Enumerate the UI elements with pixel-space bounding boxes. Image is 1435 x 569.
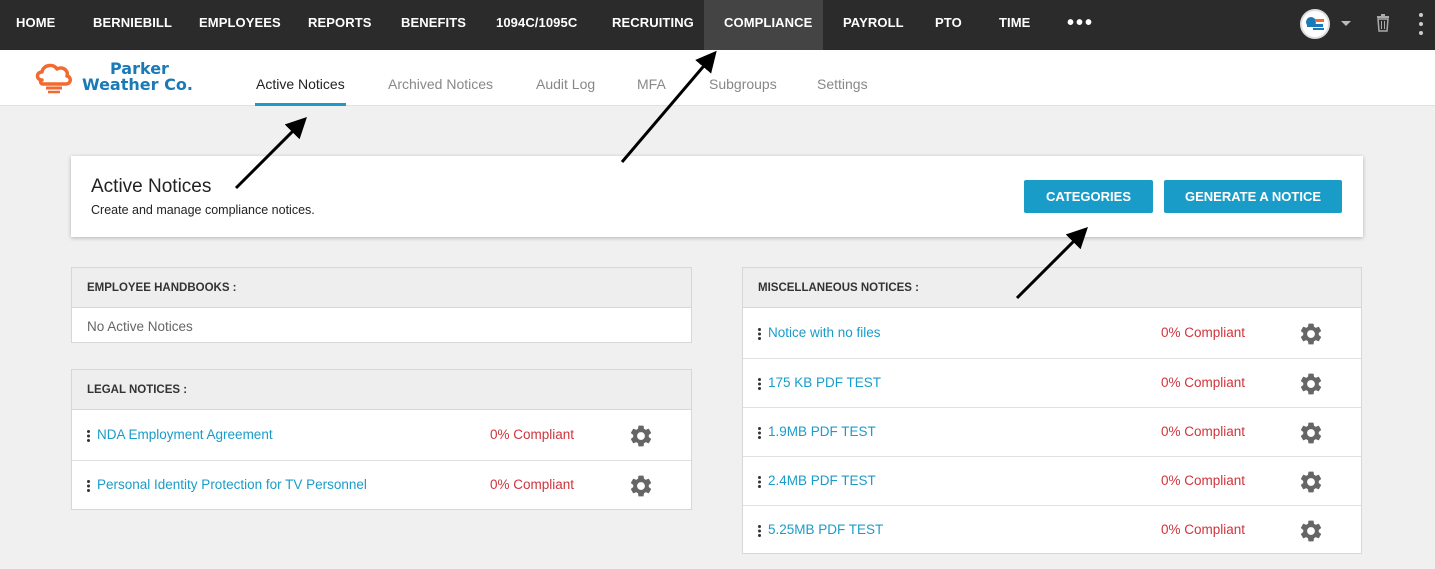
nav-recruiting[interactable]: RECRUITING <box>612 0 694 50</box>
nav-time[interactable]: TIME <box>999 0 1030 50</box>
generate-notice-button[interactable]: GENERATE A NOTICE <box>1164 180 1342 213</box>
nav-payroll[interactable]: PAYROLL <box>843 0 904 50</box>
drag-handle-icon[interactable] <box>87 430 90 442</box>
tab-active-notices[interactable]: Active Notices <box>256 76 345 92</box>
page-title: Active Notices <box>91 176 212 197</box>
empty-state: No Active Notices <box>72 309 691 343</box>
drag-handle-icon[interactable] <box>758 378 761 390</box>
company-logo[interactable]: Parker Weather Co. <box>34 56 204 100</box>
compliance-status: 0% Compliant <box>490 427 575 442</box>
page-header-card: Active Notices Create and manage complia… <box>71 156 1363 237</box>
nav-benefits[interactable]: BENEFITS <box>401 0 466 50</box>
tab-audit-log[interactable]: Audit Log <box>536 76 595 92</box>
gear-icon[interactable] <box>628 423 654 449</box>
sub-navigation: Parker Weather Co. Active Notices Archiv… <box>0 50 1435 106</box>
chevron-down-icon[interactable] <box>1341 21 1351 26</box>
compliance-status: 0% Compliant <box>490 477 575 492</box>
tab-subgroups[interactable]: Subgroups <box>709 76 777 92</box>
miscellaneous-notices-panel: MISCELLANEOUS NOTICES : Notice with no f… <box>742 267 1362 554</box>
nav-berniebill[interactable]: BERNIEBILL <box>93 0 172 50</box>
drag-handle-icon[interactable] <box>758 476 761 488</box>
drag-handle-icon[interactable] <box>758 525 761 537</box>
table-row: NDA Employment Agreement 0% Compliant <box>72 411 691 460</box>
notice-link[interactable]: Notice with no files <box>768 325 881 340</box>
categories-button[interactable]: CATEGORIES <box>1024 180 1153 213</box>
gear-icon[interactable] <box>628 473 654 499</box>
compliance-status: 0% Compliant <box>1161 424 1246 439</box>
compliance-status: 0% Compliant <box>1161 325 1246 340</box>
table-row: Notice with no files 0% Compliant <box>743 309 1361 358</box>
gear-icon[interactable] <box>1298 518 1324 544</box>
compliance-status: 0% Compliant <box>1161 522 1246 537</box>
notice-link[interactable]: NDA Employment Agreement <box>97 427 273 442</box>
compliance-status: 0% Compliant <box>1161 375 1246 390</box>
trash-icon[interactable] <box>1376 14 1390 32</box>
nav-1094c-1095c[interactable]: 1094C/1095C <box>496 0 577 50</box>
drag-handle-icon[interactable] <box>87 480 90 492</box>
panel-title: EMPLOYEE HANDBOOKS : <box>72 268 691 308</box>
gear-icon[interactable] <box>1298 469 1324 495</box>
employee-handbooks-panel: EMPLOYEE HANDBOOKS : No Active Notices <box>71 267 692 343</box>
notice-link[interactable]: 5.25MB PDF TEST <box>768 522 883 537</box>
notice-link[interactable]: 2.4MB PDF TEST <box>768 473 876 488</box>
table-row: 1.9MB PDF TEST 0% Compliant <box>743 407 1361 456</box>
logo-text: Parker Weather Co. <box>82 61 193 93</box>
drag-handle-icon[interactable] <box>758 328 761 340</box>
active-tab-indicator <box>255 103 346 106</box>
legal-notices-panel: LEGAL NOTICES : NDA Employment Agreement… <box>71 369 692 510</box>
notice-link[interactable]: 175 KB PDF TEST <box>768 375 881 390</box>
compliance-status: 0% Compliant <box>1161 473 1246 488</box>
company-avatar-icon[interactable] <box>1300 9 1330 39</box>
tab-settings[interactable]: Settings <box>817 76 868 92</box>
nav-more[interactable]: ••• <box>1067 0 1094 50</box>
drag-handle-icon[interactable] <box>758 427 761 439</box>
table-row: 175 KB PDF TEST 0% Compliant <box>743 358 1361 407</box>
notice-link[interactable]: Personal Identity Protection for TV Pers… <box>97 477 367 492</box>
nav-reports[interactable]: REPORTS <box>308 0 372 50</box>
kebab-menu-icon[interactable] <box>1418 12 1424 36</box>
logo-line-2: Weather Co. <box>82 75 193 94</box>
nav-employees[interactable]: EMPLOYEES <box>199 0 281 50</box>
nav-pto[interactable]: PTO <box>935 0 962 50</box>
empty-state-text: No Active Notices <box>87 319 193 334</box>
gear-icon[interactable] <box>1298 321 1324 347</box>
table-row: 5.25MB PDF TEST 0% Compliant <box>743 505 1361 554</box>
tab-archived-notices[interactable]: Archived Notices <box>388 76 493 92</box>
notice-link[interactable]: 1.9MB PDF TEST <box>768 424 876 439</box>
top-navigation: HOME BERNIEBILL EMPLOYEES REPORTS BENEFI… <box>0 0 1435 50</box>
page-subtitle: Create and manage compliance notices. <box>91 203 315 217</box>
tab-mfa[interactable]: MFA <box>637 76 666 92</box>
table-row: 2.4MB PDF TEST 0% Compliant <box>743 456 1361 505</box>
table-row: Personal Identity Protection for TV Pers… <box>72 460 691 509</box>
gear-icon[interactable] <box>1298 420 1324 446</box>
cloud-logo-icon <box>35 63 72 94</box>
panel-title: MISCELLANEOUS NOTICES : <box>743 268 1361 308</box>
panel-title: LEGAL NOTICES : <box>72 370 691 410</box>
nav-home[interactable]: HOME <box>0 0 70 50</box>
gear-icon[interactable] <box>1298 371 1324 397</box>
nav-compliance[interactable]: COMPLIANCE <box>704 0 823 50</box>
